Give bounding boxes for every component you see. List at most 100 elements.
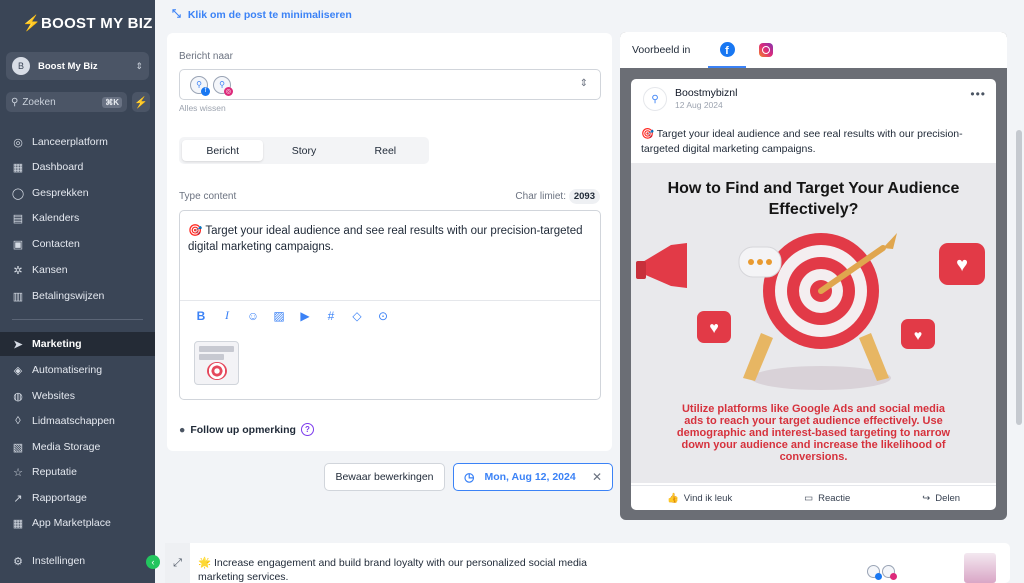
sidebar-item-dashboard[interactable]: ▦ Dashboard (0, 155, 155, 179)
comment-icon: ▭ (804, 492, 814, 504)
search-icon: ⚲ (11, 96, 19, 108)
gear-icon: ⚙ (13, 555, 23, 568)
page-scrollbar[interactable] (1016, 130, 1022, 425)
facebook-post-preview: ⚲ Boostmybiznl 12 Aug 2024 ••• 🎯 Target … (631, 79, 996, 510)
sidebar-item-app-marketplace[interactable]: ▦ App Marketplace (0, 511, 155, 535)
sidebar-item-media-storage[interactable]: ▧ Media Storage (0, 435, 155, 459)
instagram-badge-icon: ◎ (224, 86, 233, 96)
sidebar-item-reputatie[interactable]: ☆ Reputatie (0, 460, 155, 484)
chevron-updown-icon: ⇕ (135, 60, 143, 71)
sidebar-item-instellingen[interactable]: ⚙ Instellingen (0, 549, 155, 573)
sidebar-item-lidmaatschappen[interactable]: ◊ Lidmaatschappen (0, 409, 155, 433)
italic-icon[interactable]: I (220, 308, 234, 323)
format-toolbar: B I ☺ ▨ ▶ # ◇ ⊙ (180, 300, 600, 330)
minimize-arrows-icon: ⤡ (172, 8, 181, 20)
close-icon[interactable]: ✕ (592, 470, 602, 484)
membership-icon: ◊ (15, 415, 21, 427)
tag-icon[interactable]: ◇ (350, 309, 364, 323)
sidebar-item-kansen[interactable]: ✲ Kansen (0, 258, 155, 282)
preview-panel: Voorbeeld in f ⚲ Boostmybiznl 12 Aug 202… (620, 32, 1007, 520)
schedule-date-button[interactable]: ◷ Mon, Aug 12, 2024 ✕ (453, 463, 613, 491)
emoji-icon[interactable]: ☺ (246, 309, 260, 323)
hashtag-icon[interactable]: # (324, 309, 338, 323)
rocket-icon: ◎ (13, 136, 23, 149)
video-icon[interactable]: ▶ (298, 309, 312, 323)
location-icon[interactable]: ⊙ (376, 309, 390, 323)
sidebar: ⚡BOOST MY BIZ B Boost My Biz ⇕ ⚲ Zoeken … (0, 0, 155, 583)
tab-instagram-preview[interactable] (747, 32, 785, 68)
tab-facebook-preview[interactable]: f (708, 32, 746, 68)
clear-all-link[interactable]: Alles wissen (179, 103, 226, 113)
opportunities-icon: ✲ (13, 264, 23, 277)
account-switcher[interactable]: B Boost My Biz ⇕ (6, 52, 149, 80)
post-editor: Bericht naar ⚲ f ⚲ ◎ ⇕ Alles wissen Berich… (167, 33, 612, 451)
page-avatar: ⚲ (643, 87, 667, 111)
sidebar-item-kalenders[interactable]: ▤ Kalenders (0, 206, 155, 230)
image-icon[interactable]: ▨ (272, 309, 286, 323)
quick-action-bolt-icon[interactable]: ⚡ (132, 92, 150, 112)
collapsed-post-card[interactable]: ⤢ 🌟 Increase engagement and build brand … (165, 543, 1010, 583)
sidebar-item-marketing[interactable]: ➤ Marketing (0, 332, 155, 356)
chat-icon: ◯ (11, 187, 25, 200)
preview-label: Voorbeeld in (632, 44, 691, 56)
chevron-left-icon: ‹ (151, 557, 155, 567)
attached-image-thumbnail[interactable] (194, 341, 239, 385)
star-icon: ☆ (13, 466, 23, 479)
minimize-post-link[interactable]: ⤡ Klik om de post te minimaliseren (172, 8, 352, 21)
instagram-icon (759, 43, 773, 57)
like-button[interactable]: 👍 Vind ik leuk (667, 493, 732, 504)
image-body-text: Utilize platforms like Google Ads and so… (676, 403, 951, 463)
sidebar-item-automatisering[interactable]: ◈ Automatisering (0, 358, 155, 382)
clock-icon: ◷ (464, 470, 475, 484)
search-input[interactable]: ⚲ Zoeken ⌘K (6, 92, 127, 112)
comment-icon: ● (179, 423, 186, 436)
contacts-icon: ▣ (12, 238, 24, 251)
globe-icon: ◍ (13, 390, 23, 403)
post-date: 12 Aug 2024 (675, 100, 723, 110)
facebook-icon: f (719, 41, 735, 57)
bold-icon[interactable]: B (194, 309, 208, 323)
dashboard-icon: ▦ (12, 161, 24, 174)
tab-story[interactable]: Story (263, 140, 344, 161)
automation-icon: ◈ (13, 364, 23, 377)
tab-reel[interactable]: Reel (345, 140, 426, 161)
content-textarea[interactable]: 🎯 Target your ideal audience and see rea… (188, 223, 593, 255)
facebook-badge-icon (875, 573, 882, 580)
sidebar-divider (12, 319, 143, 320)
post-text: 🎯 Target your ideal audience and see rea… (641, 128, 963, 155)
sidebar-item-lanceerplatform[interactable]: ◎ Lanceerplatform (0, 130, 155, 154)
collapsed-post-thumbnail[interactable] (964, 553, 996, 583)
post-image: How to Find and Target Your Audience Eff… (631, 163, 996, 483)
brand-logo[interactable]: ⚡BOOST MY BIZ (22, 14, 153, 32)
svg-text:♥: ♥ (956, 254, 968, 276)
share-icon: ↪ (922, 492, 931, 504)
sidebar-item-gesprekken[interactable]: ◯ Gesprekken (0, 181, 155, 205)
facebook-account-avatar: ⚲ f (190, 75, 210, 96)
preview-header: Voorbeeld in f (620, 32, 1007, 68)
save-edits-button[interactable]: Bewaar bewerkingen (324, 463, 445, 491)
svg-text:♥: ♥ (914, 327, 922, 343)
expand-arrows-icon[interactable]: ⤢ (165, 543, 190, 583)
target-emoji: 🎯 (188, 225, 203, 237)
share-button[interactable]: ↪ Delen (922, 493, 960, 504)
sidebar-item-websites[interactable]: ◍ Websites (0, 384, 155, 408)
tab-bericht[interactable]: Bericht (182, 140, 264, 161)
facebook-account-avatar (867, 565, 882, 580)
sidebar-item-rapportage[interactable]: ↗ Rapportage (0, 486, 155, 510)
more-options-icon[interactable]: ••• (970, 87, 986, 101)
post-actions-bar: 👍 Vind ik leuk ▭ Reactie ↪ Delen (631, 485, 996, 510)
char-limit-badge: 2093 (568, 189, 600, 204)
sidebar-collapse-button[interactable]: ‹ (146, 555, 160, 569)
comment-button[interactable]: ▭ Reactie (804, 493, 850, 504)
trend-icon: ↗ (13, 492, 23, 505)
account-name: Boost My Biz (38, 60, 98, 72)
followup-comment-toggle[interactable]: ● Follow up opmerking ? (179, 423, 314, 436)
sidebar-item-contacten[interactable]: ▣ Contacten (0, 232, 155, 256)
svg-text:♥: ♥ (709, 320, 719, 337)
shortcut-badge: ⌘K (102, 96, 122, 108)
search-placeholder: Zoeken (22, 96, 56, 108)
sidebar-item-betalingswijzen[interactable]: ▥ Betalingswijzen (0, 284, 155, 308)
content-editor[interactable]: 🎯 Target your ideal audience and see rea… (179, 210, 601, 400)
recipients-select[interactable]: ⚲ f ⚲ ◎ ⇕ (179, 69, 601, 100)
help-icon[interactable]: ? (300, 423, 314, 436)
